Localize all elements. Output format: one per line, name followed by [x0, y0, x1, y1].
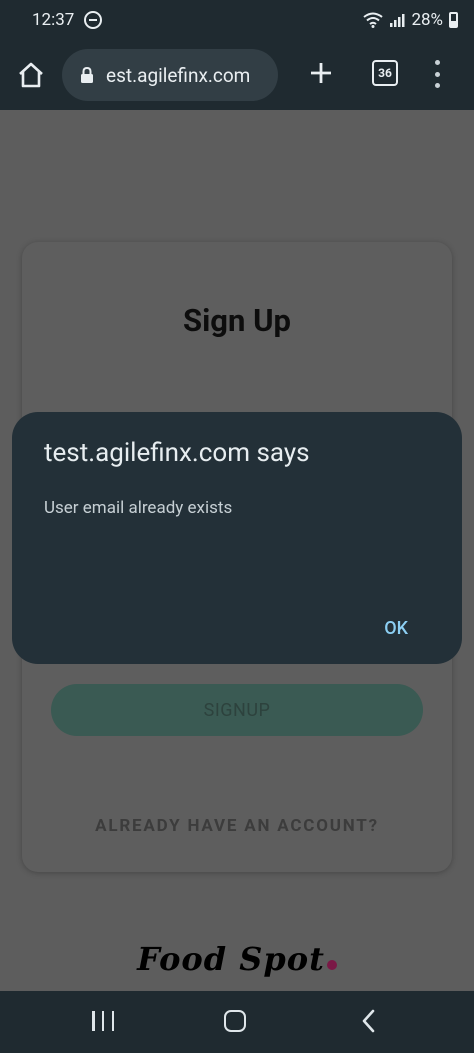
dialog-title: test.agilefinx.com says — [44, 438, 310, 468]
status-time: 12:37 — [32, 10, 75, 30]
dialog-message: User email already exists — [44, 498, 233, 518]
overflow-menu-icon[interactable] — [433, 60, 441, 88]
system-nav-bar — [0, 991, 474, 1053]
alert-dialog: test.agilefinx.com says User email alrea… — [12, 412, 462, 664]
food-spot-logo: Food Spot — [0, 940, 474, 978]
home-icon[interactable] — [14, 58, 48, 92]
login-link[interactable]: ALREADY HAVE AN ACCOUNT? — [22, 816, 452, 836]
home-nav-icon[interactable] — [224, 1010, 246, 1032]
lock-icon — [81, 66, 93, 83]
recents-icon[interactable] — [92, 1011, 114, 1031]
signal-icon — [390, 14, 405, 27]
logo-dot-icon — [326, 960, 337, 970]
battery-percent: 28% — [411, 10, 443, 30]
tab-count: 36 — [378, 66, 392, 80]
dnd-icon — [84, 11, 103, 29]
ok-button[interactable]: OK — [384, 618, 408, 639]
url-text: est.agilefinx.com — [106, 63, 251, 87]
logo-text: Food Spot — [137, 940, 325, 978]
browser-toolbar: est.agilefinx.com 36 — [0, 40, 474, 110]
plus-icon[interactable] — [306, 58, 336, 88]
page-title: Sign Up — [183, 302, 291, 339]
battery-icon — [449, 12, 458, 28]
wifi-icon — [363, 12, 384, 28]
status-bar: 12:37 28% — [0, 0, 474, 40]
tab-switcher-icon[interactable]: 36 — [372, 60, 398, 86]
back-icon[interactable] — [360, 1009, 378, 1033]
signup-button[interactable]: SIGNUP — [51, 684, 423, 736]
address-bar[interactable]: est.agilefinx.com — [62, 49, 278, 101]
